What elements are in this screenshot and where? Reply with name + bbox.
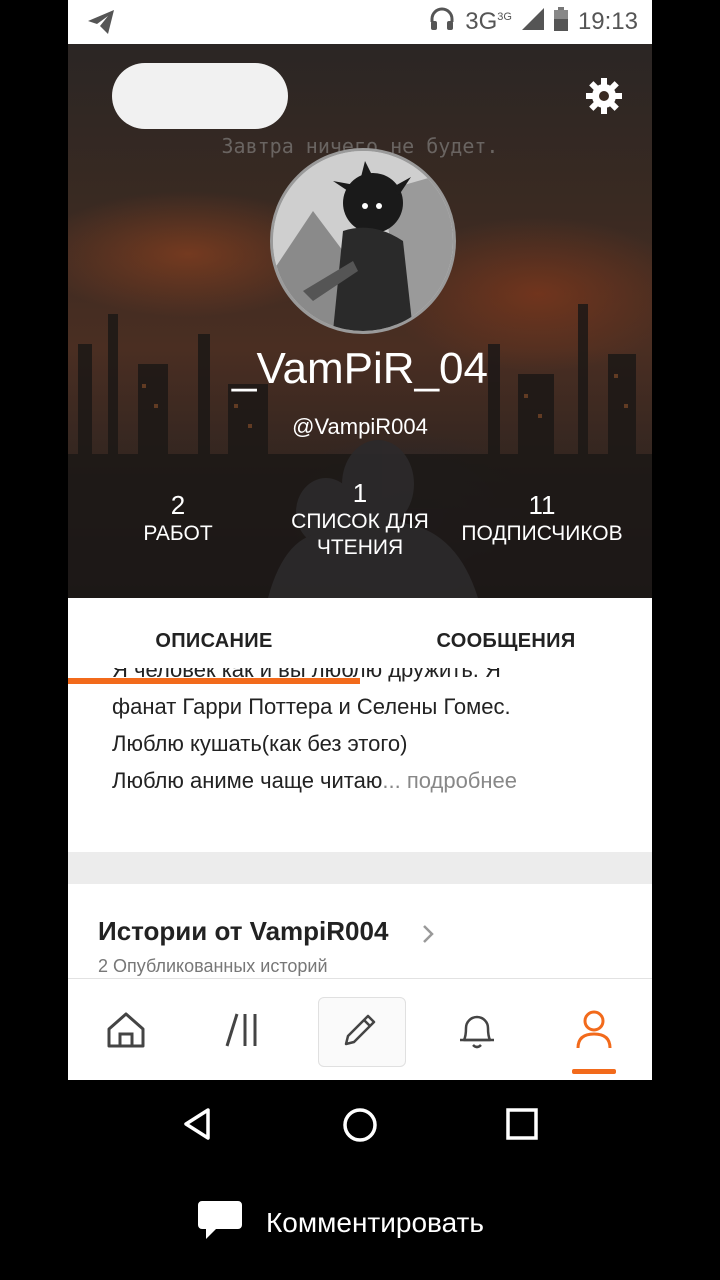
stories-section-title[interactable]: Истории от VampiR004 <box>98 916 388 947</box>
description-line: Люблю аниме чаще читаю... подробнее <box>112 768 518 793</box>
profile-header: Завтра ничего не будет. _VamPiR_04 @Vamp… <box>68 44 652 598</box>
stat-reading-list[interactable]: 1 СПИСОК ДЛЯ ЧТЕНИЯ <box>270 478 450 561</box>
search-pill[interactable] <box>112 63 288 129</box>
section-divider <box>68 852 652 884</box>
bottom-navigation <box>68 978 652 1081</box>
avatar[interactable] <box>270 148 456 334</box>
battery-icon <box>553 6 568 38</box>
stat-followers-value: 11 <box>528 490 556 520</box>
display-name: _VamPiR_04 <box>232 344 488 393</box>
headphones-icon <box>429 6 455 39</box>
signal-icon <box>521 7 544 37</box>
comment-button[interactable]: Комментировать <box>196 1198 484 1248</box>
stat-followers[interactable]: 11 ПОДПИСЧИКОВ <box>452 490 632 547</box>
home-icon[interactable] <box>68 979 184 1081</box>
comment-bubble-icon <box>196 1199 244 1248</box>
stat-works-value: 2 <box>170 490 186 520</box>
back-icon[interactable] <box>180 1106 216 1147</box>
stat-followers-label: ПОДПИСЧИКОВ <box>461 522 623 545</box>
comment-label: Комментировать <box>266 1207 484 1238</box>
chevron-right-icon[interactable] <box>420 922 436 946</box>
status-bar: 3G3G 19:13 <box>68 0 652 44</box>
write-icon[interactable] <box>302 979 418 1081</box>
profile-description[interactable]: Я человек как и вы люблю дружить. Я фана… <box>112 668 632 799</box>
active-nav-indicator <box>572 1069 616 1074</box>
ellipsis: ... <box>382 768 401 793</box>
username-handle: @VampiR004 <box>292 414 428 439</box>
profile-icon[interactable] <box>536 979 652 1081</box>
description-line: Люблю кушать(как без этого) <box>112 731 408 756</box>
library-icon[interactable] <box>185 979 301 1081</box>
gear-icon[interactable] <box>584 76 624 116</box>
stat-works[interactable]: 2 РАБОТ <box>88 490 268 547</box>
description-cut-line: Я человек как и вы люблю дружить. Я <box>112 668 501 682</box>
telegram-icon <box>86 8 116 41</box>
clock: 19:13 <box>577 8 638 35</box>
phone-screen: 3G3G 19:13 Завтра ничего не будет. _VamP… <box>68 0 652 1168</box>
read-more-link[interactable]: подробнее <box>407 768 517 793</box>
stat-reading-list-label: СПИСОК ДЛЯ ЧТЕНИЯ <box>291 510 429 559</box>
home-circle-icon[interactable] <box>341 1106 379 1149</box>
description-line: фанат Гарри Поттера и Селены Гомес. <box>112 694 511 719</box>
system-navigation-bar <box>68 1080 652 1168</box>
stat-reading-list-value: 1 <box>352 478 368 508</box>
network-indicator: 3G3G <box>465 8 512 35</box>
recents-icon[interactable] <box>505 1107 539 1146</box>
stat-works-label: РАБОТ <box>143 522 213 545</box>
stories-subtitle: 2 Опубликованных историй <box>98 956 328 976</box>
notifications-icon[interactable] <box>419 979 535 1081</box>
